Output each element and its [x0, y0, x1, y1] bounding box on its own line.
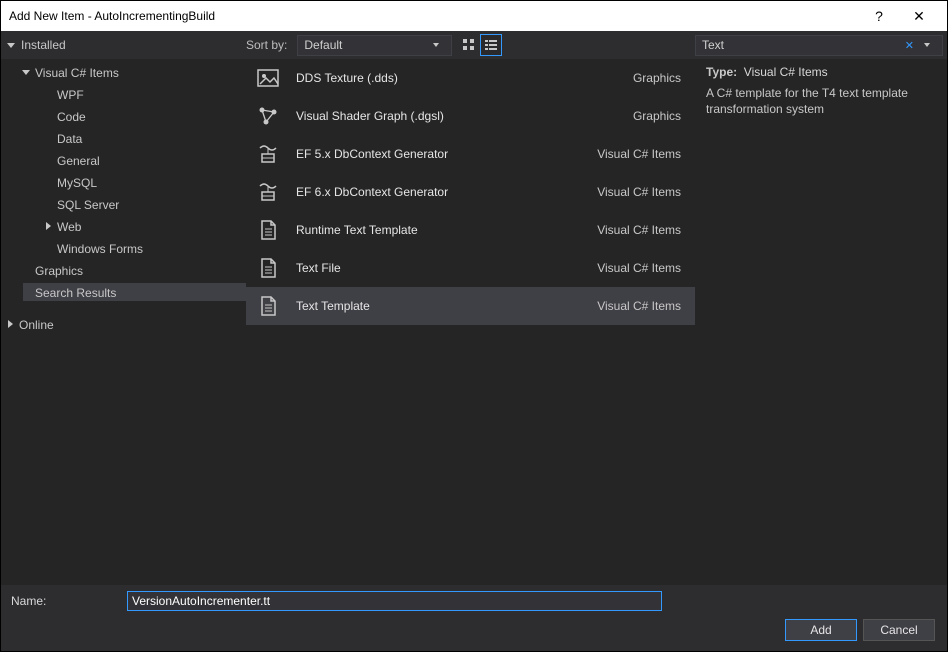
chevron-right-icon	[46, 222, 51, 230]
template-item-category: Visual C# Items	[597, 147, 681, 161]
tree-node-label: WPF	[57, 87, 84, 102]
template-item[interactable]: Visual Shader Graph (.dgsl) Graphics	[246, 97, 695, 135]
close-button[interactable]: ✕	[899, 8, 939, 25]
sort-by-value: Default	[304, 38, 342, 52]
tree-node[interactable]: Graphics	[23, 261, 246, 279]
tree-node[interactable]: MySQL	[45, 173, 246, 191]
details-pane: Type: Visual C# Items A C# template for …	[695, 59, 947, 585]
template-list: DDS Texture (.dds)GraphicsVisual Shader …	[246, 59, 695, 585]
template-item[interactable]: EF 6.x DbContext Generator Visual C# Item…	[246, 173, 695, 211]
tree-node[interactable]: SQL Server	[45, 195, 246, 213]
doc-icon	[254, 292, 282, 320]
template-item[interactable]: EF 5.x DbContext Generator Visual C# Item…	[246, 135, 695, 173]
tree-node-label: Visual C# Items	[35, 65, 119, 80]
details-type-label: Type:	[706, 65, 737, 79]
template-item-category: Visual C# Items	[597, 261, 681, 275]
installed-header[interactable]: Installed	[21, 38, 66, 52]
main-area: Visual C# Items WPF Code Data General MySQL SQ…	[1, 59, 947, 585]
chevron-down-icon	[22, 70, 30, 75]
add-button[interactable]: Add	[785, 619, 857, 641]
template-item-name: Text Template	[296, 299, 583, 313]
details-type-value: Visual C# Items	[744, 65, 828, 79]
template-item-name: Text File	[296, 261, 583, 275]
template-item-name: DDS Texture (.dds)	[296, 71, 619, 85]
tree-node[interactable]: Code	[45, 107, 246, 125]
template-item-category: Visual C# Items	[597, 185, 681, 199]
tree-node[interactable]: WPF	[45, 85, 246, 103]
tree-node-label: Search Results	[35, 285, 116, 300]
ef-icon	[254, 178, 282, 206]
help-button[interactable]: ?	[859, 8, 899, 24]
tree-node-label: Windows Forms	[57, 241, 143, 256]
image-icon	[254, 64, 282, 92]
tree-node-label: Data	[57, 131, 82, 146]
grid-icon	[462, 38, 476, 52]
tree-node-label: Graphics	[35, 263, 83, 278]
tree-node-online[interactable]: Online	[7, 315, 246, 333]
name-label: Name:	[11, 594, 119, 608]
template-item-name: Visual Shader Graph (.dgsl)	[296, 109, 619, 123]
template-item[interactable]: Text Template Visual C# Items	[246, 287, 695, 325]
tree-node[interactable]: Web	[45, 217, 246, 235]
graph-icon	[254, 102, 282, 130]
search-text: Text	[702, 38, 724, 52]
cancel-button[interactable]: Cancel	[863, 619, 935, 641]
dialog-window: Add New Item - AutoIncrementingBuild ? ✕…	[0, 0, 948, 652]
chevron-down-icon[interactable]	[924, 43, 930, 47]
tree-node-label: Code	[57, 109, 86, 124]
template-item-category: Graphics	[633, 109, 681, 123]
template-item[interactable]: Runtime Text Template Visual C# Items	[246, 211, 695, 249]
template-item-name: EF 5.x DbContext Generator	[296, 147, 583, 161]
view-list-button[interactable]	[480, 34, 502, 56]
chevron-down-icon[interactable]	[7, 43, 15, 48]
template-item-category: Visual C# Items	[597, 223, 681, 237]
search-box[interactable]: Text ✕	[695, 35, 943, 56]
details-description: A C# template for the T4 text template t…	[706, 85, 937, 117]
template-item-category: Visual C# Items	[597, 299, 681, 313]
tree-node-label: MySQL	[57, 175, 97, 190]
tree-node[interactable]: Data	[45, 129, 246, 147]
toolbar: Installed Sort by: Default Text ✕	[1, 31, 947, 59]
list-icon	[484, 38, 498, 52]
template-item-category: Graphics	[633, 71, 681, 85]
tree-node-label: Web	[57, 219, 81, 234]
doc-icon	[254, 216, 282, 244]
clear-search-button[interactable]: ✕	[899, 39, 920, 52]
doc-icon	[254, 254, 282, 282]
chevron-down-icon	[433, 43, 439, 47]
tree-node[interactable]: Search Results	[23, 283, 246, 301]
view-tiles-button[interactable]	[458, 34, 480, 56]
sort-by-combo[interactable]: Default	[297, 35, 452, 56]
template-item[interactable]: DDS Texture (.dds) Graphics	[246, 59, 695, 97]
name-input[interactable]	[127, 591, 662, 611]
sort-by-label: Sort by:	[246, 38, 287, 52]
template-item[interactable]: Text File Visual C# Items	[246, 249, 695, 287]
template-item-name: Runtime Text Template	[296, 223, 583, 237]
ef-icon	[254, 140, 282, 168]
tree-node[interactable]: General	[45, 151, 246, 169]
tree-node[interactable]: Windows Forms	[45, 239, 246, 257]
title-bar: Add New Item - AutoIncrementingBuild ? ✕	[1, 1, 947, 31]
tree-node[interactable]: Visual C# Items	[23, 63, 246, 81]
tree-node-label: General	[57, 153, 100, 168]
category-tree: Visual C# Items WPF Code Data General MySQL SQ…	[1, 59, 246, 585]
tree-node-label: SQL Server	[57, 197, 119, 212]
template-item-name: EF 6.x DbContext Generator	[296, 185, 583, 199]
chevron-right-icon	[8, 320, 13, 328]
window-title: Add New Item - AutoIncrementingBuild	[9, 9, 859, 23]
bottom-bar: Name: Add Cancel	[1, 585, 947, 651]
